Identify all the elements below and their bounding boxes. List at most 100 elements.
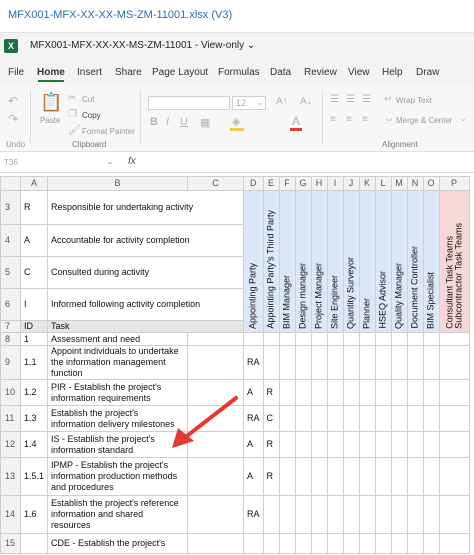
cell[interactable] (326, 457, 344, 496)
row-header[interactable]: 13 (0, 457, 21, 496)
role-header-bim-manager[interactable]: BIM Manager (278, 190, 296, 333)
align-top-icon[interactable]: ☰ (330, 94, 339, 105)
row-header[interactable]: 11 (0, 405, 21, 432)
task-id[interactable]: 1.3 (19, 405, 49, 432)
wrap-text-label[interactable]: Wrap Text (396, 96, 432, 105)
cell[interactable] (438, 457, 470, 496)
cell[interactable] (294, 405, 312, 432)
cell[interactable] (390, 457, 408, 496)
cell[interactable] (278, 405, 296, 432)
align-bottom-icon[interactable]: ☰ (362, 94, 371, 105)
role-header-quantity-surveyor[interactable]: Quantity Surveyor (342, 190, 360, 333)
cell[interactable] (374, 533, 392, 554)
tab-file[interactable]: File (8, 67, 24, 78)
cell[interactable] (310, 457, 328, 496)
chevron-down-icon[interactable]: ⌄ (106, 156, 114, 167)
cell[interactable] (187, 332, 245, 346)
task-name[interactable]: Establish the project's reference inform… (47, 495, 189, 534)
cell-appointing-party[interactable]: A (243, 379, 264, 406)
task-name[interactable]: Establish the project's information deli… (47, 405, 189, 432)
role-header-task-teams[interactable]: Consultant Task Teams Subcontractor Task… (438, 190, 470, 333)
task-id[interactable]: 1.1 (19, 345, 49, 380)
cell-third-party[interactable]: R (262, 379, 280, 406)
cell[interactable] (342, 332, 360, 346)
row-header[interactable]: 10 (0, 379, 21, 406)
column-header-c[interactable]: C (187, 176, 245, 191)
format-painter-label[interactable]: Format Painter (82, 127, 135, 136)
cell[interactable] (342, 405, 360, 432)
cell[interactable] (358, 379, 376, 406)
cell-third-party[interactable] (262, 345, 280, 380)
cell[interactable] (406, 533, 424, 554)
chevron-down-icon[interactable]: ⌄ (460, 114, 467, 123)
column-header-p[interactable]: P (438, 176, 470, 191)
column-header-e[interactable]: E (262, 176, 280, 191)
cell[interactable] (438, 495, 470, 534)
cell-appointing-party[interactable]: A (243, 457, 264, 496)
cell[interactable] (358, 405, 376, 432)
legend-text[interactable]: Accountable for activity completion (47, 224, 245, 257)
cell[interactable] (358, 431, 376, 458)
cell[interactable] (438, 379, 470, 406)
tab-insert[interactable]: Insert (77, 67, 102, 78)
legend-text[interactable]: Responsible for undertaking activity (47, 190, 245, 225)
undo-icon[interactable]: ↶ (8, 94, 18, 108)
row-header[interactable]: 15 (0, 533, 21, 554)
cell[interactable] (390, 431, 408, 458)
header-id[interactable]: ID (19, 320, 49, 333)
cell[interactable] (326, 332, 344, 346)
cell[interactable] (438, 345, 470, 380)
cell[interactable] (294, 533, 312, 554)
cell[interactable] (358, 533, 376, 554)
cell[interactable] (422, 345, 440, 380)
legend-code[interactable]: R (19, 190, 49, 225)
paste-label[interactable]: Paste (40, 116, 60, 125)
cell[interactable] (342, 345, 360, 380)
cell[interactable] (278, 379, 296, 406)
cell-third-party[interactable] (262, 495, 280, 534)
role-header-document-controller[interactable]: Document Controller (406, 190, 424, 333)
cell[interactable] (438, 533, 470, 554)
tab-share[interactable]: Share (115, 67, 142, 78)
cell-third-party[interactable] (262, 332, 280, 346)
cell[interactable] (326, 379, 344, 406)
cell[interactable] (374, 332, 392, 346)
cell[interactable] (342, 495, 360, 534)
cell[interactable] (406, 405, 424, 432)
cell[interactable] (342, 431, 360, 458)
tab-draw[interactable]: Draw (416, 67, 439, 78)
cell[interactable] (310, 495, 328, 534)
tab-view[interactable]: View (348, 67, 370, 78)
column-header-f[interactable]: F (278, 176, 296, 191)
cut-label[interactable]: Cut (82, 95, 94, 104)
column-header-i[interactable]: I (326, 176, 344, 191)
align-center-icon[interactable]: ≡ (346, 114, 352, 125)
cell-third-party[interactable]: R (262, 457, 280, 496)
cell[interactable] (187, 457, 245, 496)
align-right-icon[interactable]: ≡ (362, 114, 368, 125)
cell[interactable] (294, 457, 312, 496)
font-color-button[interactable]: A (292, 114, 300, 128)
cell[interactable] (278, 345, 296, 380)
cell[interactable] (342, 533, 360, 554)
fx-icon[interactable]: fx (128, 156, 136, 167)
cell[interactable] (187, 533, 245, 554)
cell[interactable] (406, 495, 424, 534)
decrease-font-icon[interactable]: A↓ (300, 96, 312, 107)
bold-button[interactable]: B (150, 116, 158, 128)
column-header-k[interactable]: K (358, 176, 376, 191)
cell[interactable] (326, 405, 344, 432)
cell[interactable] (278, 332, 296, 346)
row-header[interactable]: 12 (0, 431, 21, 458)
row-header[interactable]: 8 (0, 332, 21, 346)
legend-code[interactable]: I (19, 288, 49, 321)
task-id[interactable]: 1.5.1 (19, 457, 49, 496)
legend-code[interactable]: A (19, 224, 49, 257)
cell[interactable] (422, 379, 440, 406)
cell[interactable] (374, 457, 392, 496)
cell[interactable] (187, 431, 245, 458)
row-header[interactable]: 3 (0, 190, 21, 225)
format-painter-icon[interactable]: 🖌 (68, 125, 81, 136)
cell[interactable] (294, 345, 312, 380)
cell[interactable] (310, 405, 328, 432)
